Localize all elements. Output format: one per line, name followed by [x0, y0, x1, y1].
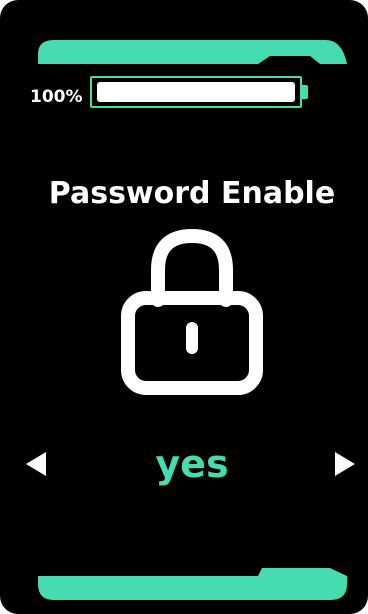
device-screen: 100% Password Enable yes — [0, 0, 368, 614]
bottom-decor-bar — [38, 568, 347, 600]
